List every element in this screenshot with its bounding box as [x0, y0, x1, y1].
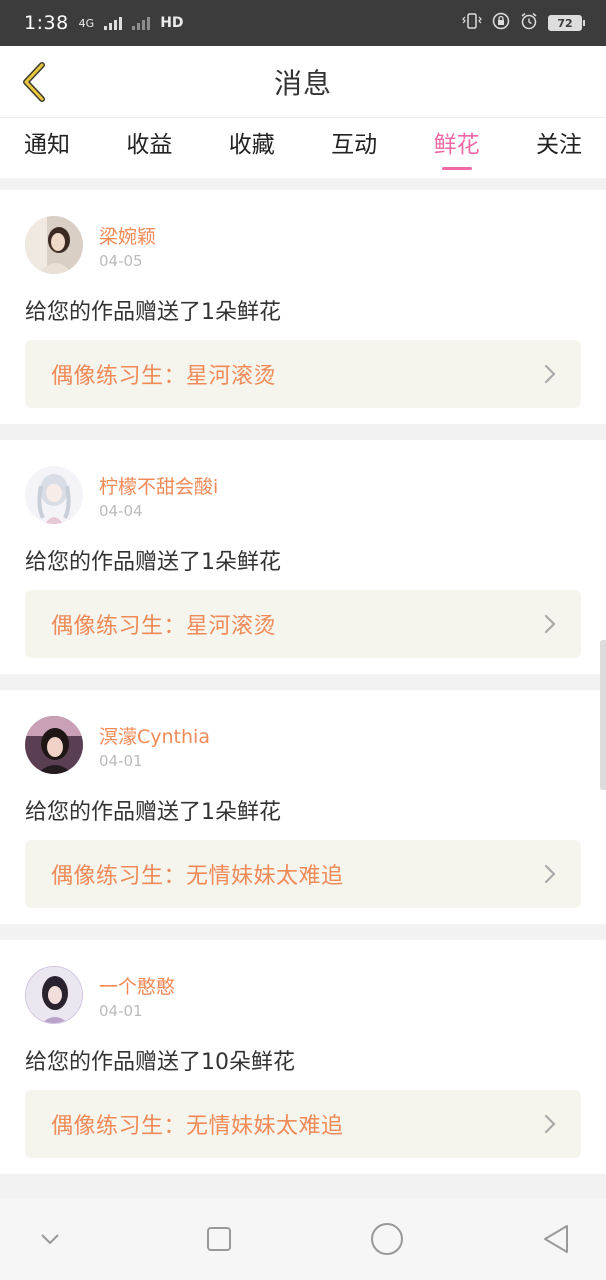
username[interactable]: 一个憨憨 [99, 972, 175, 999]
avatar[interactable] [25, 716, 83, 774]
hd-badge: HD [160, 15, 184, 31]
chevron-down-icon [41, 1234, 59, 1245]
username[interactable]: 溟濛Cynthia [99, 722, 210, 749]
date: 04-05 [99, 252, 143, 270]
tab-follow[interactable]: 关注 [536, 118, 582, 178]
signal-2-icon [132, 16, 151, 30]
date: 04-04 [99, 502, 143, 520]
work-link[interactable]: 偶像练习生：无情妹妹太难追 [25, 1090, 581, 1158]
chevron-left-icon [23, 62, 45, 102]
chevron-right-icon [544, 864, 556, 884]
page-title: 消息 [273, 66, 332, 100]
back-button[interactable] [14, 58, 54, 106]
chevron-right-icon [544, 364, 556, 384]
username[interactable]: 梁婉颖 [99, 222, 156, 249]
status-right: 72 [462, 12, 585, 34]
recent-apps-button[interactable] [189, 1209, 249, 1269]
square-recent-icon [206, 1227, 231, 1251]
chevron-right-icon [544, 614, 556, 634]
work-title: 偶像练习生：无情妹妹太难追 [51, 864, 344, 889]
tab-notice[interactable]: 通知 [24, 118, 70, 178]
work-title: 偶像练习生：无情妹妹太难追 [51, 1114, 344, 1139]
list-item: 梁婉颖 04-05 给您的作品赠送了1朵鲜花 偶像练习生：星河滚烫 [0, 190, 606, 424]
vibrate-icon [462, 13, 482, 33]
triangle-back-icon [543, 1225, 568, 1253]
chevron-right-icon [544, 1114, 556, 1134]
signal-icon [104, 16, 123, 30]
list-item: 溟濛Cynthia 04-01 给您的作品赠送了1朵鲜花 偶像练习生：无情妹妹太… [0, 690, 606, 924]
hide-nav-button[interactable] [20, 1209, 80, 1269]
work-link[interactable]: 偶像练习生：星河滚烫 [25, 590, 581, 658]
header: 消息 [0, 46, 606, 118]
avatar[interactable] [25, 966, 83, 1024]
notification-list: 梁婉颖 04-05 给您的作品赠送了1朵鲜花 偶像练习生：星河滚烫 柠檬不甜会酸… [0, 190, 606, 1190]
home-button[interactable] [357, 1209, 417, 1269]
tab-bar: 通知 收益 收藏 互动 鲜花 关注 [0, 118, 606, 178]
back-nav-button[interactable] [526, 1209, 586, 1269]
date: 04-01 [99, 1002, 143, 1020]
lock-rotation-icon [492, 12, 510, 34]
alarm-icon [520, 12, 538, 34]
system-nav-bar [0, 1198, 606, 1280]
status-left: 1:38 4G HD [24, 12, 184, 34]
avatar[interactable] [25, 466, 83, 524]
status-bar: 1:38 4G HD 72 [0, 0, 606, 46]
date: 04-01 [99, 752, 143, 770]
circle-home-icon [371, 1223, 404, 1255]
tab-flowers[interactable]: 鲜花 [434, 118, 480, 178]
message-text: 给您的作品赠送了1朵鲜花 [25, 300, 281, 325]
work-link[interactable]: 偶像练习生：无情妹妹太难追 [25, 840, 581, 908]
tab-favorites[interactable]: 收藏 [229, 118, 275, 178]
avatar[interactable] [25, 216, 83, 274]
tab-interaction[interactable]: 互动 [331, 118, 377, 178]
network-type: 4G [78, 16, 95, 30]
work-title: 偶像练习生：星河滚烫 [51, 614, 277, 639]
username[interactable]: 柠檬不甜会酸i [99, 472, 218, 499]
battery-icon: 72 [548, 15, 585, 31]
status-time: 1:38 [24, 12, 69, 34]
message-text: 给您的作品赠送了1朵鲜花 [25, 550, 281, 575]
scrollbar[interactable] [600, 640, 606, 790]
work-title: 偶像练习生：星河滚烫 [51, 364, 277, 389]
message-text: 给您的作品赠送了1朵鲜花 [25, 800, 281, 825]
list-item: 柠檬不甜会酸i 04-04 给您的作品赠送了1朵鲜花 偶像练习生：星河滚烫 [0, 440, 606, 674]
work-link[interactable]: 偶像练习生：星河滚烫 [25, 340, 581, 408]
message-text: 给您的作品赠送了10朵鲜花 [25, 1050, 295, 1075]
tab-earnings[interactable]: 收益 [126, 118, 172, 178]
list-item: 一个憨憨 04-01 给您的作品赠送了10朵鲜花 偶像练习生：无情妹妹太难追 [0, 940, 606, 1174]
